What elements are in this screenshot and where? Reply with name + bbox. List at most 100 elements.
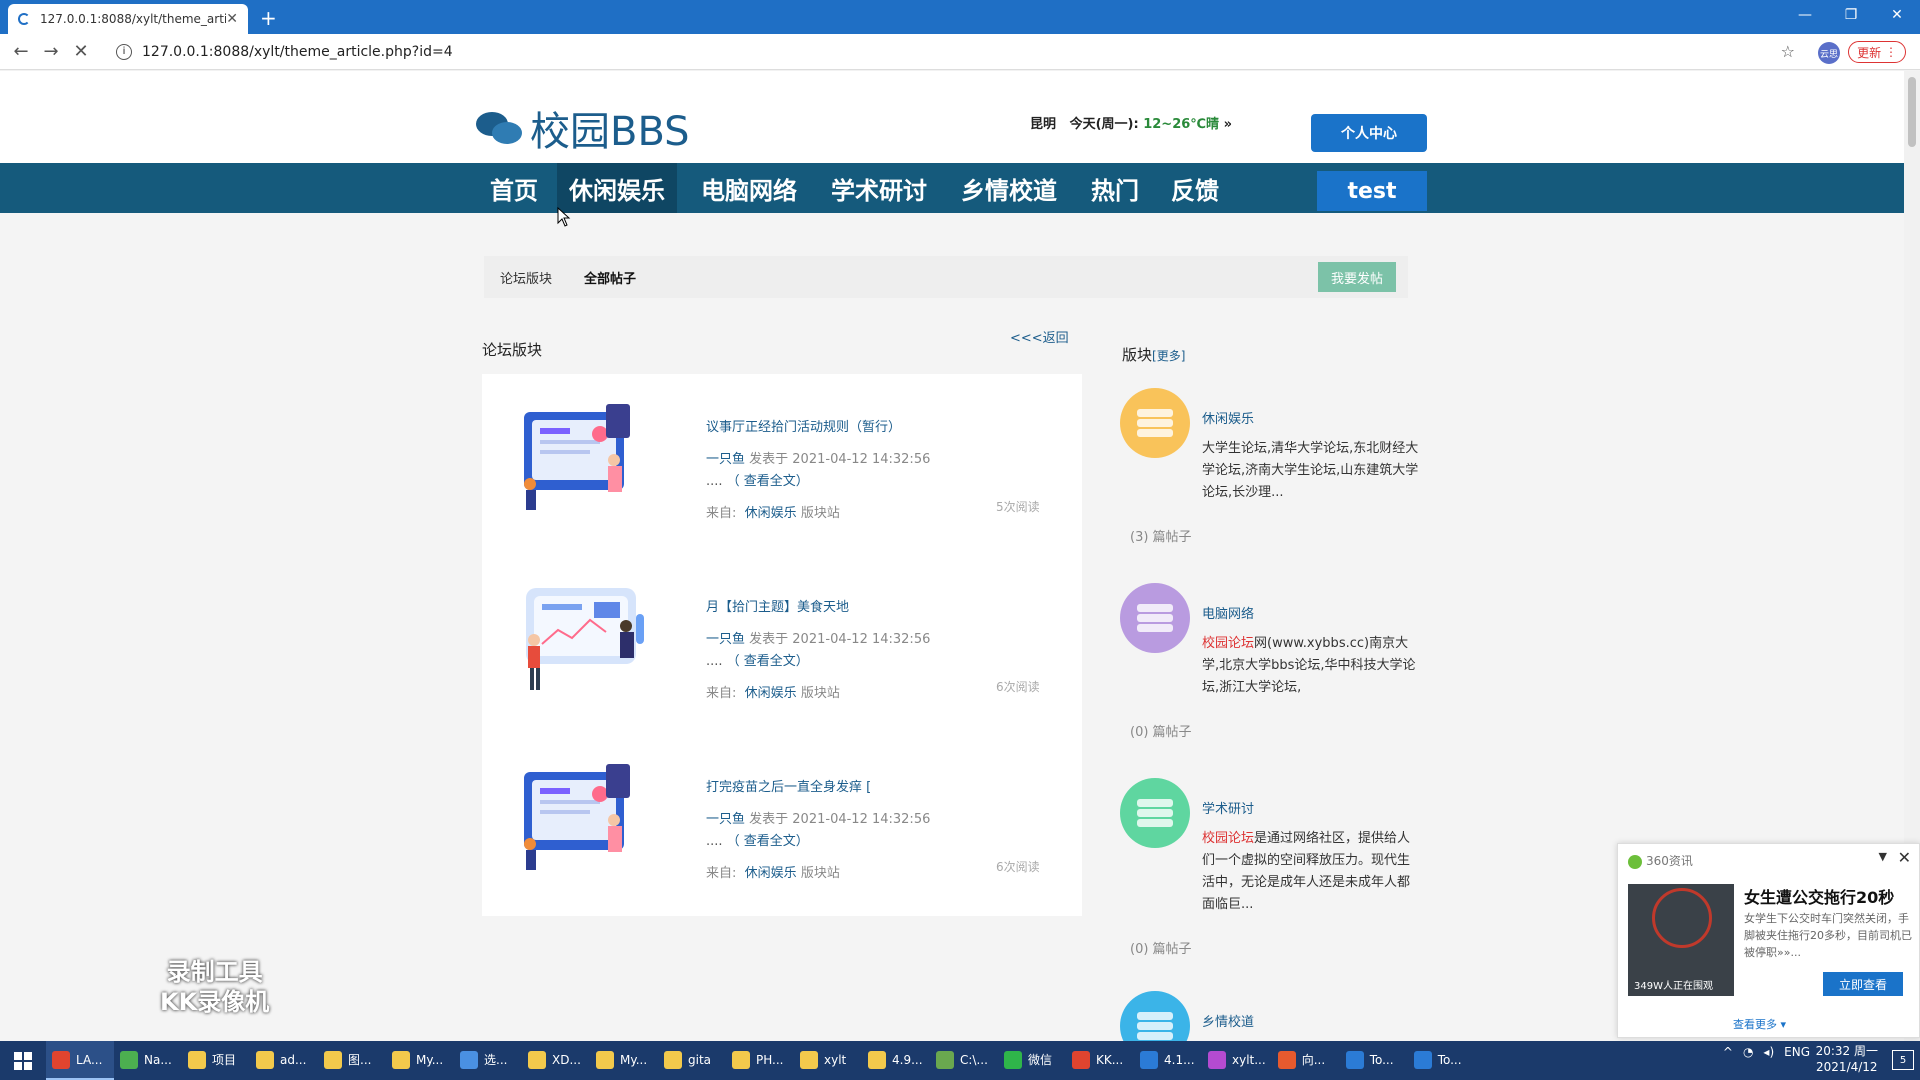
source-board-link[interactable]: 休闲娱乐 [745,506,797,521]
notification-center-icon[interactable]: 5 [1892,1050,1914,1070]
post-title[interactable]: 议事厅正经拾门活动规则（暂行） [706,416,901,435]
close-window-icon[interactable]: ✕ [1874,0,1920,30]
board-desc-highlight[interactable]: 校园论坛 [1202,831,1254,846]
taskbar-item[interactable]: LA... [46,1041,114,1080]
nav-leisure[interactable]: 休闲娱乐 [557,163,677,213]
back-link[interactable]: <<<返回 [1010,327,1069,346]
taskbar-item[interactable]: To... [1408,1041,1476,1080]
taskbar-item[interactable]: 向... [1272,1041,1340,1080]
nav-home[interactable]: 首页 [478,163,550,213]
post-title[interactable]: 月【拾门主题】美食天地 [706,596,849,615]
site-logo[interactable]: 校园BBS [476,99,690,157]
app-icon [528,1050,546,1069]
taskbar-item[interactable]: 项目 [182,1041,250,1080]
new-tab-button[interactable]: + [260,6,277,30]
nav-academic[interactable]: 学术研讨 [819,163,939,213]
taskbar-item[interactable]: xylt... [1202,1041,1272,1080]
user-center-button[interactable]: 个人中心 [1311,114,1427,152]
taskbar-item[interactable]: My... [590,1041,658,1080]
scrollbar-thumb[interactable] [1908,77,1916,147]
post-thumbnail[interactable] [510,754,650,874]
source-label: 来自: [706,866,737,881]
board-icon[interactable] [1120,991,1190,1041]
post-author[interactable]: 一只鱼 [706,632,745,647]
post-author[interactable]: 一只鱼 [706,452,745,467]
board-icon[interactable] [1120,583,1190,653]
read-full-link[interactable]: （ 查看全文） [727,474,809,489]
taskbar-item[interactable]: ad... [250,1041,318,1080]
source-board-link[interactable]: 休闲娱乐 [745,686,797,701]
post-thumbnail[interactable] [510,574,650,694]
close-tab-icon[interactable]: ✕ [226,11,238,27]
nav-feedback[interactable]: 反馈 [1159,163,1231,213]
restore-icon[interactable]: ❐ [1828,0,1874,30]
crumb-forum[interactable]: 论坛版块 [484,268,568,287]
network-icon[interactable]: ◔ [1743,1045,1753,1059]
board-name[interactable]: 学术研讨 [1202,798,1254,817]
tray-chevron-icon[interactable]: ^ [1723,1045,1733,1059]
taskbar-item-label: PH... [756,1052,784,1067]
nav-computer[interactable]: 电脑网络 [689,163,809,213]
read-full-link[interactable]: （ 查看全文） [727,654,809,669]
post-author[interactable]: 一只鱼 [706,812,745,827]
username-button[interactable]: test [1317,171,1427,211]
source-board-link[interactable]: 休闲娱乐 [745,866,797,881]
clock-date: 2021/4/12 [1816,1060,1878,1074]
start-button[interactable] [0,1041,46,1080]
url-field[interactable]: i 127.0.0.1:8088/xylt/theme_article.php?… [116,38,1756,66]
nav-hometown[interactable]: 乡情校道 [949,163,1069,213]
taskbar-item[interactable]: KK... [1066,1041,1134,1080]
taskbar-item[interactable]: 4.1... [1134,1041,1202,1080]
crumb-all-posts[interactable]: 全部帖子 [568,268,652,287]
popup-image[interactable]: 349W人正在围观 [1628,884,1734,996]
app-icon [1208,1050,1226,1069]
read-full-link[interactable]: （ 查看全文） [727,834,809,849]
taskbar-item[interactable]: 图... [318,1041,386,1080]
taskbar-item[interactable]: Na... [114,1041,182,1080]
taskbar-item[interactable]: 微信 [998,1041,1066,1080]
taskbar-item[interactable]: PH... [726,1041,794,1080]
board-icon[interactable] [1120,778,1190,848]
minimize-icon[interactable]: — [1782,0,1828,30]
taskbar-item[interactable]: XD... [522,1041,590,1080]
back-icon[interactable]: ← [6,41,36,62]
post-excerpt: .... （ 查看全文） [706,470,809,489]
taskbar-item[interactable]: My... [386,1041,454,1080]
nav-hot[interactable]: 热门 [1079,163,1151,213]
board-desc-highlight[interactable]: 校园论坛 [1202,636,1254,651]
taskbar-item[interactable]: xylt [794,1041,862,1080]
profile-avatar[interactable]: 云思 [1818,42,1840,64]
board-name[interactable]: 休闲娱乐 [1202,408,1254,427]
boards-more-link[interactable]: [更多] [1152,349,1185,363]
bookmark-star-icon[interactable]: ☆ [1781,42,1795,61]
popup-collapse-icon[interactable]: ▼ [1879,850,1887,863]
site-info-icon[interactable]: i [116,43,132,60]
post-title[interactable]: 打完疫苗之后一直全身发痒 [ [706,776,871,795]
taskbar-item[interactable]: 4.9... [862,1041,930,1080]
popup-title[interactable]: 女生遭公交拖行20秒 [1744,884,1894,908]
board-icon[interactable] [1120,388,1190,458]
post-thumbnail[interactable] [510,394,650,514]
volume-icon[interactable]: ◂) [1763,1045,1774,1059]
taskbar-item[interactable]: gita [658,1041,726,1080]
board-name[interactable]: 电脑网络 [1202,603,1254,622]
weather-arrow-icon: » [1223,117,1232,132]
browser-tab[interactable]: 127.0.0.1:8088/xylt/theme_artic ✕ [8,4,248,34]
url-text: 127.0.0.1:8088/xylt/theme_article.php?id… [142,43,453,60]
taskbar-item[interactable]: C:\... [930,1041,998,1080]
popup-view-button[interactable]: 立即查看 [1823,972,1903,996]
taskbar-clock[interactable]: 20:32 周一 2021/4/12 [1816,1043,1878,1075]
board-desc: 校园论坛是通过网络社区，提供给人们一个虚拟的空间释放压力。现代生活中，无论是成年… [1202,828,1422,916]
taskbar-item[interactable]: To... [1340,1041,1408,1080]
board-name[interactable]: 乡情校道 [1202,1011,1254,1030]
forward-icon[interactable]: → [36,41,66,62]
popup-more-link[interactable]: 查看更多 ▾ [1733,1016,1786,1032]
new-post-button[interactable]: 我要发帖 [1318,262,1396,292]
stop-icon[interactable]: ✕ [66,41,96,62]
taskbar-item[interactable]: 选... [454,1041,522,1080]
highlight-ring [1652,888,1712,948]
input-language[interactable]: ENG [1784,1045,1810,1059]
weather-widget[interactable]: 昆明 今天(周一): 12~26℃晴 » [1030,113,1232,132]
popup-close-icon[interactable]: ✕ [1898,848,1911,867]
update-button[interactable]: 更新 ⋮ [1848,41,1906,63]
